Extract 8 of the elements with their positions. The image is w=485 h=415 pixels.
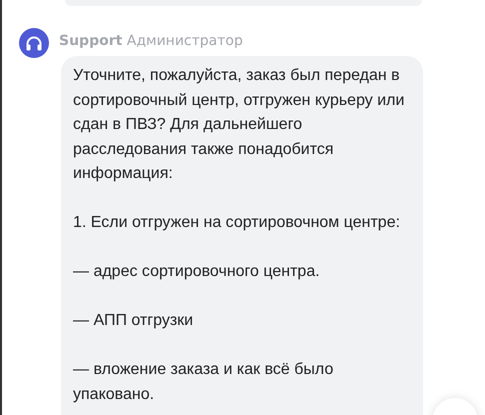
message-text: — АПП отгрузки — [73, 311, 194, 331]
message-text: Уточните, пожалуйста, заказ был передан в сортировочный центр, отгружен курьеру или сдан в ПВЗ? Для дальнейшего расследования также понадобится информация: — [73, 66, 406, 184]
author-name: Support — [59, 33, 122, 49]
author-role: Администратор — [126, 33, 243, 49]
message-text: — вложение заказа и как всё было упаковано. — [73, 360, 334, 404]
message-text: 1. Если отгружен на сортировочном центре: — [73, 213, 402, 233]
headphones-icon — [19, 28, 49, 58]
message-text: — адрес сортировочного центра. — [73, 262, 321, 282]
